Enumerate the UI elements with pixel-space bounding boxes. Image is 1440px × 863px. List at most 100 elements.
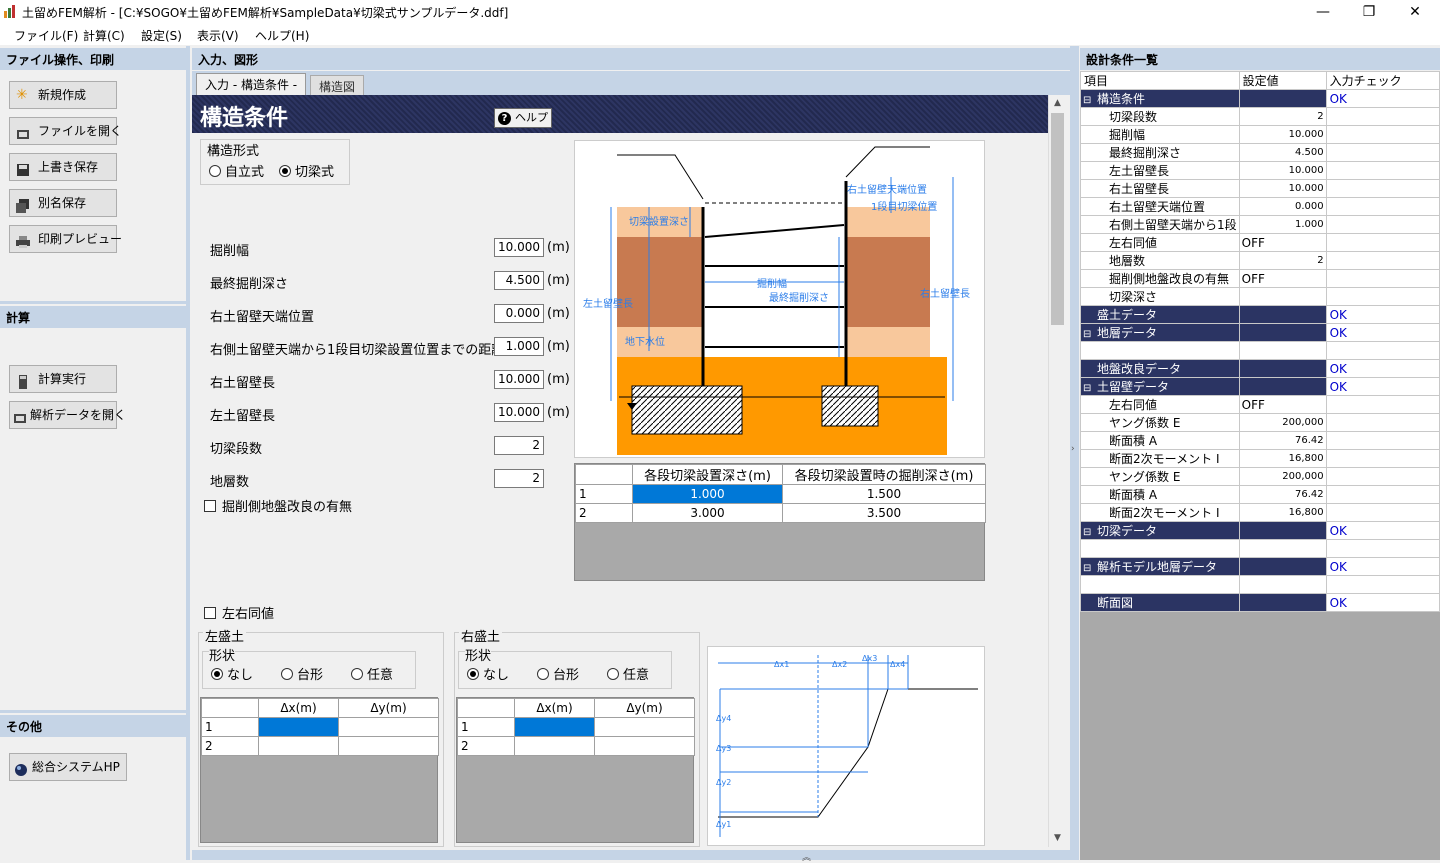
expand-icon[interactable]: ⊟ xyxy=(1083,563,1097,574)
field-input[interactable]: 2 xyxy=(494,436,544,455)
new-button[interactable]: ✳ 新規作成 xyxy=(9,81,117,109)
scroll-down-arrow-icon[interactable]: ▼ xyxy=(1049,830,1066,847)
condition-row[interactable]: 掘削幅 10.000 xyxy=(1080,125,1440,144)
left-splitter-2[interactable] xyxy=(0,710,188,713)
left-fill-dx-cell[interactable] xyxy=(258,736,339,756)
condition-row[interactable]: 掘削側地盤改良の有無 OFF xyxy=(1080,269,1440,288)
condition-row[interactable]: 最終掘削深さ 4.500 xyxy=(1080,143,1440,162)
condition-row[interactable]: 切梁段数 2 xyxy=(1080,107,1440,126)
chevron-right-icon[interactable]: › xyxy=(1071,444,1075,454)
right-radio-none-circle[interactable] xyxy=(467,668,479,680)
print-preview-button[interactable]: 印刷プレビュー xyxy=(9,225,122,253)
scroll-up-arrow-icon[interactable]: ▲ xyxy=(1049,95,1066,112)
system-hp-button[interactable]: 総合システムHP xyxy=(9,753,127,781)
left-fill-dy-cell[interactable] xyxy=(338,717,439,737)
condition-row[interactable]: 右土留壁天端位置 0.000 xyxy=(1080,197,1440,216)
right-fill-dy-cell[interactable] xyxy=(594,736,695,756)
expand-icon[interactable]: ⊟ xyxy=(1083,527,1097,538)
field-input[interactable]: 10.000 xyxy=(494,238,544,257)
run-calc-button[interactable]: 計算実行 xyxy=(9,365,117,393)
condition-row[interactable]: 断面積 A 76.42 xyxy=(1080,431,1440,450)
right-radio-none[interactable]: なし xyxy=(467,664,509,683)
condition-row[interactable]: 断面2次モーメント I 16,800 xyxy=(1080,503,1440,522)
minimize-button[interactable]: — xyxy=(1300,0,1346,24)
right-radio-custom-circle[interactable] xyxy=(607,668,619,680)
condition-row[interactable]: 右側土留壁天端から1段 1.000 xyxy=(1080,215,1440,234)
help-button[interactable]: ? ヘルプ xyxy=(494,108,552,128)
left-fill-dy-cell[interactable] xyxy=(338,736,439,756)
overwrite-save-button[interactable]: 上書き保存 xyxy=(9,153,117,181)
scroll-thumb[interactable] xyxy=(1051,113,1064,325)
condition-row[interactable] xyxy=(1080,539,1440,558)
center-right-splitter[interactable]: › xyxy=(1070,46,1079,860)
restore-button[interactable]: ❐ xyxy=(1346,0,1392,24)
center-scrollbar[interactable]: ▲ ▼ xyxy=(1048,95,1065,847)
left-fill-dx-cell[interactable] xyxy=(258,717,339,737)
left-radio-trapezoid[interactable]: 台形 xyxy=(281,664,323,683)
close-button[interactable]: ✕ xyxy=(1392,0,1438,24)
same-lr-checkbox[interactable]: 左右同値 xyxy=(204,603,274,622)
ground-improvement-box[interactable] xyxy=(204,500,216,512)
field-input[interactable]: 10.000 xyxy=(494,370,544,389)
condition-row[interactable]: 切梁深さ xyxy=(1080,287,1440,306)
radio-strut[interactable]: 切梁式 xyxy=(279,161,334,180)
condition-row[interactable]: 地盤改良データ OK xyxy=(1080,359,1440,378)
same-lr-box[interactable] xyxy=(204,607,216,619)
strut-depth-cell[interactable]: 3.000 xyxy=(632,503,783,523)
save-as-button[interactable]: 別名保存 xyxy=(9,189,117,217)
condition-row[interactable] xyxy=(1080,575,1440,594)
condition-row[interactable]: 断面2次モーメント I 16,800 xyxy=(1080,449,1440,468)
left-center-splitter[interactable] xyxy=(186,46,190,860)
condition-row[interactable]: 断面積 A 76.42 xyxy=(1080,485,1440,504)
field-input[interactable]: 10.000 xyxy=(494,403,544,422)
left-radio-none[interactable]: なし xyxy=(211,664,253,683)
condition-row[interactable]: 左土留壁長 10.000 xyxy=(1080,161,1440,180)
condition-row[interactable]: 地層数 2 xyxy=(1080,251,1440,270)
expand-icon[interactable]: ⊟ xyxy=(1083,95,1097,106)
radio-freestanding-circle[interactable] xyxy=(209,165,221,177)
radio-strut-circle[interactable] xyxy=(279,165,291,177)
condition-row[interactable]: 左右同値 OFF xyxy=(1080,395,1440,414)
left-radio-none-circle[interactable] xyxy=(211,668,223,680)
menu-settings[interactable]: 設定(S) xyxy=(141,27,182,44)
right-radio-trapezoid-circle[interactable] xyxy=(537,668,549,680)
left-radio-custom-circle[interactable] xyxy=(351,668,363,680)
condition-row[interactable]: 左右同値 OFF xyxy=(1080,233,1440,252)
condition-row[interactable]: ⊟ 解析モデル地層データ OK xyxy=(1080,557,1440,576)
field-input[interactable]: 0.000 xyxy=(494,304,544,323)
ground-improvement-checkbox[interactable]: 掘削側地盤改良の有無 xyxy=(204,496,352,515)
menu-calc[interactable]: 計算(C) xyxy=(83,27,125,44)
left-radio-trapezoid-circle[interactable] xyxy=(281,668,293,680)
field-input[interactable]: 4.500 xyxy=(494,271,544,290)
condition-row[interactable]: 断面図 OK xyxy=(1080,593,1440,612)
expand-icon[interactable]: ⊟ xyxy=(1083,329,1097,340)
chevron-up-icon[interactable]: ︽ xyxy=(802,850,811,863)
radio-freestanding[interactable]: 自立式 xyxy=(209,161,264,180)
expand-icon[interactable]: ⊟ xyxy=(1083,383,1097,394)
condition-row[interactable]: 盛土データ OK xyxy=(1080,305,1440,324)
right-fill-dx-cell[interactable] xyxy=(514,736,595,756)
menu-view[interactable]: 表示(V) xyxy=(197,27,239,44)
open-analysis-button[interactable]: 解析データを開く xyxy=(9,401,126,429)
menu-file[interactable]: ファイル(F) xyxy=(14,27,78,44)
strut-exc-cell[interactable]: 1.500 xyxy=(782,484,986,504)
left-splitter-1[interactable] xyxy=(0,301,188,304)
condition-row[interactable]: ⊟ 土留壁データ OK xyxy=(1080,377,1440,396)
open-file-button[interactable]: ファイルを開く xyxy=(9,117,122,145)
right-radio-custom[interactable]: 任意 xyxy=(607,664,649,683)
left-radio-custom[interactable]: 任意 xyxy=(351,664,393,683)
right-fill-dx-cell[interactable] xyxy=(514,717,595,737)
right-radio-trapezoid[interactable]: 台形 xyxy=(537,664,579,683)
strut-depth-cell[interactable]: 1.000 xyxy=(632,484,783,504)
condition-row[interactable]: ⊟ 構造条件 OK xyxy=(1080,89,1440,108)
condition-row[interactable]: ヤング係数 E 200,000 xyxy=(1080,467,1440,486)
bottom-splitter[interactable]: ︽ xyxy=(192,850,1070,863)
tab-structure-input[interactable]: 入力 - 構造条件 - xyxy=(196,73,307,95)
field-input[interactable]: 1.000 xyxy=(494,337,544,356)
condition-row[interactable]: ⊟ 地層データ OK xyxy=(1080,323,1440,342)
condition-row[interactable]: ⊟ 切梁データ OK xyxy=(1080,521,1440,540)
condition-row[interactable] xyxy=(1080,341,1440,360)
menu-help[interactable]: ヘルプ(H) xyxy=(255,27,309,44)
strut-exc-cell[interactable]: 3.500 xyxy=(782,503,986,523)
condition-row[interactable]: ヤング係数 E 200,000 xyxy=(1080,413,1440,432)
